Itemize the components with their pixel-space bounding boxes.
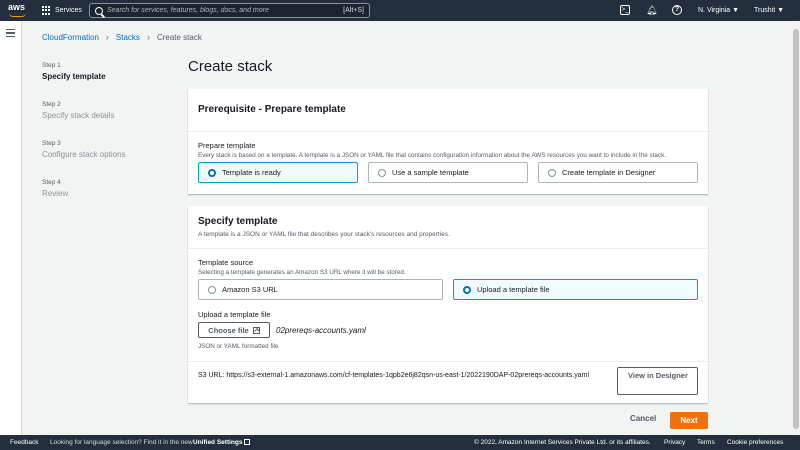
page-scrollbar[interactable] [792, 21, 800, 435]
services-menu-button[interactable]: Services [42, 0, 82, 21]
search-input[interactable]: Search for services, features, blogs, do… [89, 3, 370, 18]
step-4: Step 4 Review [42, 179, 182, 198]
unified-settings-label: Unified Settings [193, 439, 243, 446]
choose-file-label: Choose file [208, 325, 249, 335]
step-1: Step 1 Specify template [42, 62, 182, 81]
radio-sample-template[interactable]: Use a sample template [368, 162, 528, 183]
cookie-preferences-link[interactable]: Cookie preferences [727, 435, 783, 450]
step-title: Configure stack options [42, 150, 126, 159]
top-navigation: aws Services Search for services, featur… [0, 0, 800, 21]
step-number: Step 2 [42, 101, 61, 108]
radio-checked-icon [463, 285, 471, 294]
radio-unchecked-icon [208, 285, 216, 294]
prerequisite-header: Prerequisite - Prepare template [198, 104, 346, 115]
cancel-button[interactable]: Cancel [630, 414, 656, 423]
step-title: Specify stack details [42, 111, 115, 120]
breadcrumb-cloudformation[interactable]: CloudFormation [42, 33, 99, 42]
prerequisite-panel: Prerequisite - Prepare template Prepare … [188, 89, 708, 194]
divider [188, 131, 708, 132]
search-icon [95, 6, 103, 15]
unified-settings-link[interactable]: Unified Settings [193, 435, 251, 450]
radio-label: Template is ready [222, 168, 281, 177]
radio-unchecked-icon [378, 168, 386, 177]
footer: Feedback Looking for language selection?… [0, 435, 800, 450]
specify-template-panel: Specify template A template is a JSON or… [188, 206, 708, 403]
radio-template-ready[interactable]: Template is ready [198, 162, 358, 183]
hamburger-menu-icon[interactable] [6, 29, 15, 37]
language-prompt: Looking for language selection? Find it … [50, 439, 193, 446]
radio-amazon-s3-url[interactable]: Amazon S3 URL [198, 279, 443, 300]
aws-logo-text: aws [8, 2, 26, 12]
radio-create-in-designer[interactable]: Create template in Designer [538, 162, 698, 183]
step-title: Review [42, 189, 69, 198]
chevron-right-icon: › [146, 32, 150, 42]
divider [188, 248, 708, 249]
next-button[interactable]: Next [670, 412, 708, 429]
radio-label: Amazon S3 URL [222, 285, 278, 294]
breadcrumb: CloudFormation › Stacks › Create stack [42, 32, 202, 42]
feedback-link[interactable]: Feedback [10, 435, 39, 450]
privacy-link[interactable]: Privacy [664, 435, 685, 450]
prepare-template-label: Prepare template [198, 141, 256, 150]
radio-upload-template-file[interactable]: Upload a template file [453, 279, 698, 300]
aws-smile-icon [9, 13, 26, 17]
upload-icon [252, 326, 260, 334]
radio-label: Create template in Designer [562, 168, 656, 177]
help-icon[interactable]: ? [672, 5, 682, 15]
user-menu[interactable]: Trushit ▼ [754, 0, 784, 21]
services-grid-icon [42, 6, 51, 15]
step-3: Step 3 Configure stack options [42, 140, 182, 159]
breadcrumb-stacks[interactable]: Stacks [116, 33, 140, 42]
template-source-label: Template source [198, 258, 254, 267]
upload-hint: JSON or YAML formatted file [198, 343, 279, 350]
external-link-icon [244, 439, 251, 445]
aws-logo[interactable]: aws [8, 2, 28, 19]
selected-filename: 02prereqs-accounts.yaml [276, 326, 366, 335]
specify-template-description: A template is a JSON or YAML file that d… [198, 231, 450, 238]
page-title: Create stack [188, 58, 273, 75]
step-number: Step 3 [42, 140, 61, 147]
terms-link[interactable]: Terms [697, 435, 715, 450]
copyright-text: © 2022, Amazon Internet Services Private… [474, 439, 651, 446]
divider [188, 361, 708, 362]
specify-template-header: Specify template [198, 216, 278, 227]
cloudshell-icon[interactable]: >_ [620, 5, 630, 15]
step-2: Step 2 Specify stack details [42, 101, 182, 120]
step-number: Step 1 [42, 62, 61, 69]
breadcrumb-current: Create stack [156, 32, 202, 42]
prepare-template-description: Every stack is based on a template. A te… [198, 152, 666, 159]
services-label: Services [55, 7, 82, 14]
step-number: Step 4 [42, 179, 61, 186]
chevron-right-icon: › [105, 32, 109, 42]
radio-checked-icon [208, 168, 216, 177]
s3-url-text: S3 URL: https://s3-external-1.amazonaws.… [198, 372, 590, 379]
notifications-bell-icon[interactable]: 🔔︎ [646, 5, 657, 15]
step-title: Specify template [42, 72, 106, 81]
radio-label: Upload a template file [477, 285, 550, 294]
view-in-designer-button[interactable]: View in Designer [617, 367, 698, 395]
radio-unchecked-icon [548, 168, 556, 177]
radio-label: Use a sample template [392, 168, 469, 177]
scrollbar-thumb[interactable] [793, 29, 799, 429]
search-shortcut: [Alt+S] [343, 7, 364, 14]
side-navigation-collapsed [0, 21, 22, 435]
choose-file-button[interactable]: Choose file [198, 322, 270, 338]
region-selector[interactable]: N. Virginia ▼ [698, 0, 739, 21]
upload-template-label: Upload a template file [198, 310, 271, 319]
search-placeholder: Search for services, features, blogs, do… [107, 7, 269, 14]
template-source-description: Selecting a template generates an Amazon… [198, 269, 406, 276]
